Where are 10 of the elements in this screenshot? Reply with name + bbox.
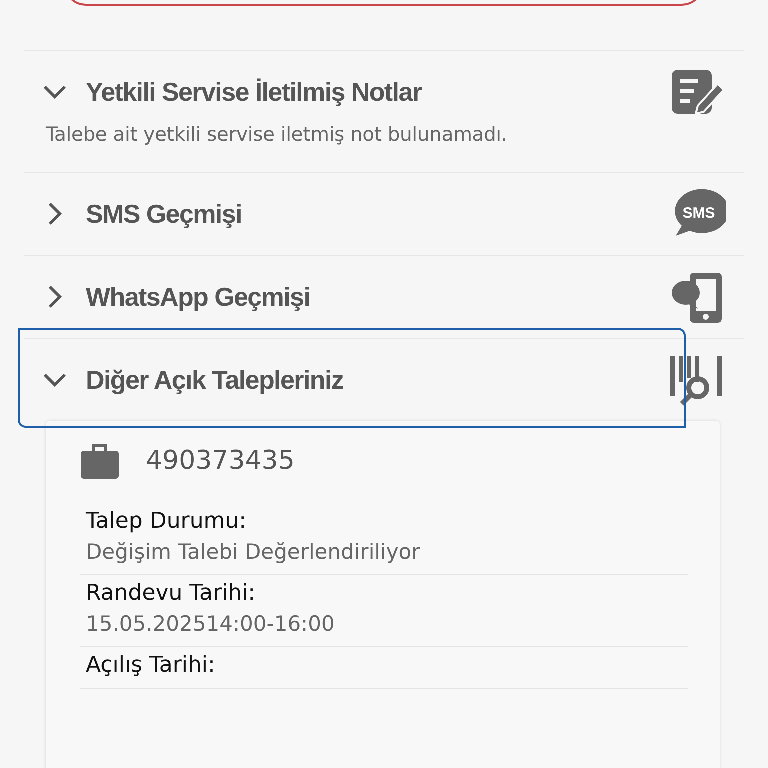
accordion-header[interactable]: WhatsApp Geçmişi	[24, 256, 744, 338]
accordion-header[interactable]: SMS Geçmişi SMS	[24, 173, 744, 255]
field-value: 15.05.202514:00-16:00	[86, 612, 336, 636]
request-number: 490373435	[146, 446, 295, 476]
empty-message: Talebe ait yetkili servise iletmiş not bulunamadı.	[45, 123, 508, 148]
field-value: Değişim Talebi Değerlendiriliyor	[86, 540, 422, 564]
field-label: Açılış Tarihi:	[86, 653, 216, 678]
field-label: Randevu Tarihi:	[86, 581, 257, 606]
accordion-header[interactable]: Diğer Açık Talepleriniz	[24, 339, 744, 421]
field-label: Talep Durumu:	[86, 509, 248, 534]
